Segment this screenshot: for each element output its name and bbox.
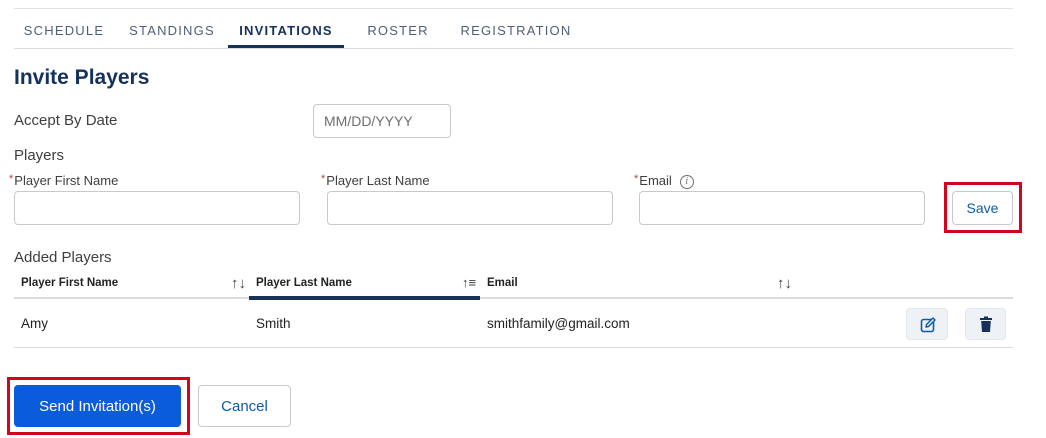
save-button[interactable]: Save <box>952 191 1013 225</box>
sorted-ascending-icon[interactable]: ↑≡ <box>462 275 476 290</box>
email-input[interactable] <box>639 191 925 225</box>
delete-button[interactable] <box>965 308 1006 340</box>
trash-icon <box>980 316 992 332</box>
email-label: *Email i <box>634 173 694 190</box>
edit-button[interactable] <box>906 308 948 340</box>
sort-icon[interactable]: ↑↓ <box>231 275 246 292</box>
required-marker: * <box>321 173 326 185</box>
send-invitations-button[interactable]: Send Invitation(s) <box>14 385 181 427</box>
accept-by-date-input[interactable] <box>313 104 451 138</box>
players-label: Players <box>14 147 65 164</box>
cancel-button[interactable]: Cancel <box>198 385 291 427</box>
table-header-divider <box>14 297 1013 299</box>
last-name-label: *Player Last Name <box>321 173 430 188</box>
cell-last-name: Smith <box>256 316 291 331</box>
cell-first-name: Amy <box>21 316 48 331</box>
tab-divider <box>14 48 1013 49</box>
last-name-input[interactable] <box>327 191 613 225</box>
info-icon[interactable]: i <box>679 175 694 189</box>
tab-registration[interactable]: REGISTRATION <box>454 18 578 48</box>
tab-bar: SCHEDULE STANDINGS INVITATIONS ROSTER RE… <box>14 18 1013 48</box>
page-title: Invite Players <box>14 66 150 89</box>
table-header: Player First Name ↑↓ Player Last Name ↑≡… <box>14 270 1013 299</box>
column-header-last-name[interactable]: Player Last Name <box>256 270 352 299</box>
required-marker: * <box>634 173 639 185</box>
cell-email: smithfamily@gmail.com <box>487 316 630 331</box>
table-row: Amy Smith smithfamily@gmail.com <box>14 300 1013 348</box>
accept-by-label: Accept By Date <box>14 112 118 129</box>
tab-schedule[interactable]: SCHEDULE <box>14 18 114 48</box>
sort-icon[interactable]: ↑↓ <box>777 275 792 292</box>
edit-icon <box>920 317 936 333</box>
required-marker: * <box>9 173 14 185</box>
tab-roster[interactable]: ROSTER <box>359 18 437 48</box>
column-header-first-name[interactable]: Player First Name <box>21 270 118 299</box>
first-name-input[interactable] <box>14 191 300 225</box>
first-name-label: *Player First Name <box>9 173 119 188</box>
column-header-email[interactable]: Email <box>487 270 518 299</box>
added-players-label: Added Players <box>14 249 112 266</box>
top-divider <box>14 8 1013 9</box>
tab-standings[interactable]: STANDINGS <box>122 18 222 48</box>
tab-invitations[interactable]: INVITATIONS <box>228 18 344 48</box>
